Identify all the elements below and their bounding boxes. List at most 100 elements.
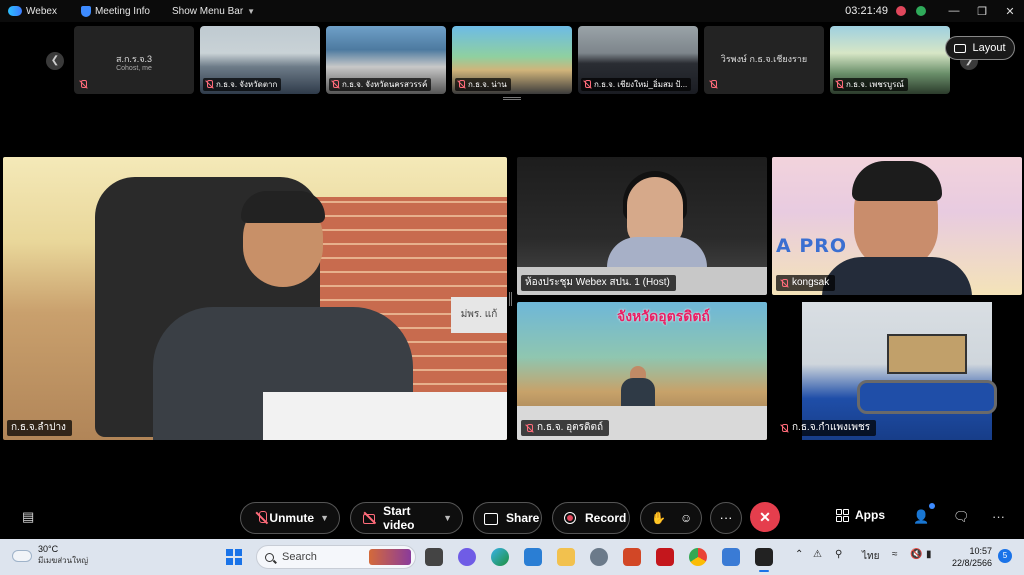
title-bar: Webex Meeting Info Show Menu Bar ▼ 03:21… [0,0,1024,22]
emoji-icon[interactable]: ☺ [680,511,692,525]
notification-badge[interactable]: 5 [998,549,1012,563]
teams-chat-icon[interactable] [458,548,476,566]
participant-hair [852,161,942,201]
minimize-button[interactable]: — [940,5,968,17]
chat-icon[interactable]: 🗨 [953,509,970,525]
mic-off-icon [835,80,843,89]
show-menu-bar-button[interactable]: Show Menu Bar ▼ [172,6,255,17]
active-speaker-video[interactable]: ม่พร. แก้ ก.ธ.จ.ลำปาง [3,157,507,440]
task-view-icon[interactable] [425,548,443,566]
keyboard-language[interactable]: ไทย [862,549,879,564]
chevron-left-icon[interactable]: ❮ [46,52,64,70]
overflow-menu-button[interactable]: ··· [992,509,1005,524]
photos-icon[interactable] [722,548,740,566]
windows-start-icon[interactable] [226,549,242,565]
share-label: Share [506,511,540,525]
recording-indicator-icon[interactable] [896,6,906,16]
participant-name: ก.ธ.จ. เพชรบูรณ์ [846,80,904,89]
name-sign: ม่พร. แก้ [451,297,507,333]
search-icon [265,552,274,562]
chrome-icon[interactable] [689,548,707,566]
layout-label: Layout [972,42,1006,54]
record-button[interactable]: Record [552,502,630,534]
participant-name: ก.ธ.จ. น่าน [468,80,507,89]
share-button[interactable]: Share [473,502,542,534]
thumbnail-nakhonsawan[interactable]: ก.ธ.จ. จังหวัดนครสวรรค์ [326,26,446,94]
video-tile-kongsak[interactable]: A PRO kongsak [772,157,1022,295]
acrobat-icon[interactable] [656,548,674,566]
chevron-down-icon[interactable]: ▼ [443,513,452,523]
mic-off-icon [457,80,465,89]
record-label: Record [585,511,627,525]
thumbnail-phetchabun[interactable]: ก.ธ.จ. เพชรบูรณ์ [830,26,950,94]
video-tile-host[interactable]: ห้องประชุม Webex สปน. 1 (Host) [517,157,767,295]
webex-logo-icon [8,6,22,16]
network-signal-icon[interactable] [916,6,926,16]
taskbar-search[interactable]: Search [256,545,416,569]
participant-label: ก.ธ.จ. จังหวัดตาก [203,78,282,91]
participant-label: ก.ธ.จ.กำแพงเพชร [776,420,877,436]
start-video-label: Start video [383,504,415,532]
reactions-group: ✋ ☺ [640,502,702,534]
participant-label: ก.ธ.จ. เชียงใหม่_อิ่มสม ป้... [581,78,692,91]
mic-off-icon [255,511,268,525]
powerpoint-icon[interactable] [623,548,641,566]
cloudy-weather-icon [9,544,32,562]
participant-name: ส.ก.ร.จ.3 [115,54,153,64]
resize-grip-icon[interactable] [503,97,521,100]
video-tile-uttaradit[interactable]: จังหวัดอุตรดิตถ์ ก.ธ.จ. อุตรดิตถ์ [517,302,767,440]
start-video-button[interactable]: Start video ▼ [350,502,463,534]
volume-muted-icon[interactable]: 🔇 [910,549,922,560]
captions-icon[interactable]: ▤ [22,509,34,525]
participant-label: ก.ธ.จ.ลำปาง [7,420,72,436]
settings-gear-icon[interactable] [590,548,608,566]
participants-icon[interactable]: 👤 [913,509,929,525]
participant-filmstrip: ❮ ส.ก.ร.จ.3 Cohost, me ก.ธ.จ. จังหวัดตาก… [0,22,1024,100]
participant-label: ก.ธ.จ. จังหวัดนครสวรรค์ [329,78,432,91]
video-off-icon [363,511,376,525]
chevron-up-icon[interactable]: ⌃ [795,549,803,560]
muted-indicator [707,78,721,91]
meeting-info-button[interactable]: Meeting Info [80,5,150,17]
thumbnail-chiangmai[interactable]: ก.ธ.จ. เชียงใหม่_อิ่มสม ป้... [578,26,698,94]
store-icon[interactable] [524,548,542,566]
record-icon [563,511,577,525]
video-tile-kamphaengphet[interactable]: ก.ธ.จ.กำแพงเพชร [772,302,1022,440]
participant-label: ก.ธ.จ. เพชรบูรณ์ [833,78,908,91]
clock-widget[interactable]: 10:57 22/8/2566 [944,545,992,569]
papers-on-desk [263,392,507,440]
split-handle-icon[interactable] [509,292,512,306]
raise-hand-icon[interactable]: ✋ [651,511,666,525]
background-banner: A PRO [776,235,848,257]
thumbnail-tak[interactable]: ก.ธ.จ. จังหวัดตาก [200,26,320,94]
leave-meeting-button[interactable]: ✕ [750,502,780,532]
share-icon [484,511,498,525]
participant-label: ก.ธ.จ. น่าน [455,78,511,91]
mic-off-icon [780,278,788,288]
edge-browser-icon[interactable] [491,548,509,566]
unmute-button[interactable]: Unmute ▼ [240,502,340,534]
notification-dot-icon [929,503,935,509]
close-button[interactable]: ✕ [996,5,1024,18]
mic-muted-tray-icon[interactable]: ⚲ [835,549,842,560]
app-title: Webex [8,6,57,17]
battery-icon[interactable]: ▮ [926,549,932,560]
weather-description: มีเมฆส่วนใหญ่ [38,556,89,565]
thumbnail-nan[interactable]: ก.ธ.จ. น่าน [452,26,572,94]
webex-taskbar-icon[interactable] [755,548,773,572]
temperature: 30°C [38,544,59,554]
thumbnail-self[interactable]: ส.ก.ร.จ.3 Cohost, me [74,26,194,94]
defender-icon[interactable]: ⚠ [813,549,822,560]
weather-widget[interactable]: 30°C มีเมฆส่วนใหญ่ [9,544,89,567]
layout-button[interactable]: Layout [945,36,1015,60]
wifi-icon[interactable]: ≈ [892,549,898,560]
apps-icon [836,508,849,522]
file-explorer-icon[interactable] [557,548,575,566]
chevron-down-icon[interactable]: ▼ [320,513,329,523]
restore-button[interactable]: ❐ [968,5,996,18]
participant-role: Cohost, me [116,65,152,72]
apps-button[interactable]: Apps [836,508,885,522]
thumbnail-chiangrai[interactable]: วิรพงษ์ ก.ธ.จ.เชียงราย [704,26,824,94]
webex-meeting-window: Webex Meeting Info Show Menu Bar ▼ 03:21… [0,0,1024,575]
more-options-button[interactable]: ··· [710,502,742,534]
